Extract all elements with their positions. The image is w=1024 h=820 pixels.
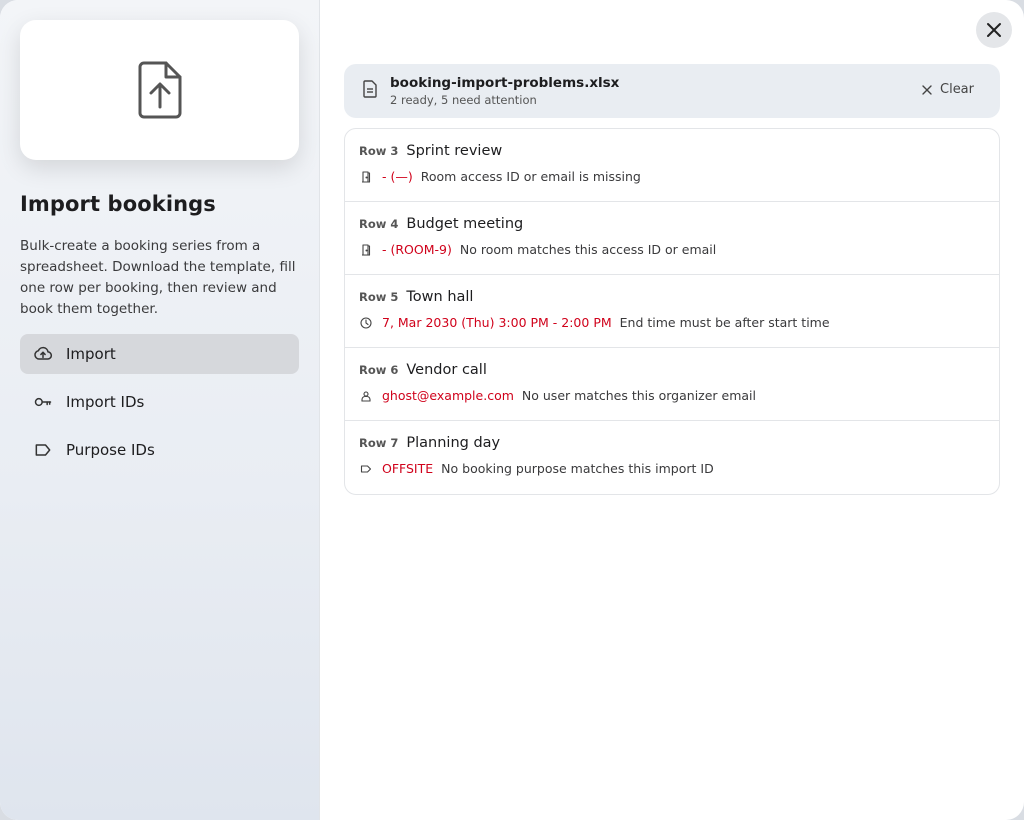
booking-title: Budget meeting: [406, 216, 524, 232]
main-panel: booking-import-problems.xlsx 2 ready, 5 …: [320, 0, 1024, 820]
row-number: Row 3: [359, 144, 399, 158]
invalid-value: ghost@example.com: [382, 388, 514, 403]
file-status: 2 ready, 5 need attention: [390, 93, 537, 107]
invalid-value: - (ROOM-9): [382, 242, 452, 257]
close-icon: [987, 23, 1001, 37]
file-upload-icon: [138, 61, 181, 119]
booking-title: Vendor call: [406, 362, 487, 378]
close-button[interactable]: [976, 12, 1012, 48]
hero-card: [20, 20, 299, 160]
key-icon: [32, 391, 54, 413]
error-message: No room matches this access ID or email: [459, 242, 717, 257]
sidebar-item-label: Purpose IDs: [66, 441, 155, 459]
booking-title: Planning day: [406, 435, 501, 451]
error-message: End time must be after start time: [619, 315, 830, 330]
row-number: Row 4: [359, 217, 399, 231]
sidebar: Import bookings Bulk-create a booking se…: [0, 0, 320, 820]
page-description: Bulk-create a booking series from a spre…: [20, 238, 296, 317]
booking-title: Sprint review: [406, 143, 503, 159]
file-name: booking-import-problems.xlsx: [390, 75, 620, 91]
error-message: Room access ID or email is missing: [420, 169, 641, 184]
invalid-value: 7, Mar 2030 (Thu) 3:00 PM - 2:00 PM: [382, 315, 612, 330]
row-number: Row 5: [359, 290, 399, 304]
invalid-value: - (—): [382, 169, 413, 184]
file-summary: booking-import-problems.xlsx 2 ready, 5 …: [344, 64, 1000, 118]
sidebar-item-import[interactable]: Import: [20, 334, 299, 374]
sidebar-item-purpose-ids[interactable]: Purpose IDs: [20, 430, 299, 470]
person-icon: [359, 389, 373, 403]
page-title: Import bookings: [20, 192, 216, 216]
list-item[interactable]: Row 7 Planning day OFFSITE No booking pu…: [345, 421, 999, 494]
sidebar-item-import-ids[interactable]: Import IDs: [20, 382, 299, 422]
list-item[interactable]: Row 3 Sprint review - (—) Room access ID…: [345, 129, 999, 202]
error-message: No user matches this organizer email: [521, 388, 757, 403]
sidebar-item-label: Import IDs: [66, 393, 145, 411]
file-info: booking-import-problems.xlsx 2 ready, 5 …: [390, 75, 619, 107]
tag-icon: [359, 462, 373, 476]
invalid-value: OFFSITE: [382, 461, 434, 476]
list-item[interactable]: Row 5 Town hall 7, Mar 2030 (Thu) 3:00 P…: [345, 275, 999, 348]
issue-list: Row 3 Sprint review - (—) Room access ID…: [344, 128, 1000, 495]
door-icon: [359, 170, 373, 184]
row-number: Row 6: [359, 363, 399, 377]
close-icon: [922, 84, 932, 95]
tag-icon: [32, 439, 54, 461]
clock-icon: [359, 316, 373, 330]
list-item[interactable]: Row 4 Budget meeting - (ROOM-9) No room …: [345, 202, 999, 275]
clear-label: Clear: [940, 82, 974, 97]
error-message: No booking purpose matches this import I…: [441, 461, 714, 476]
booking-title: Town hall: [406, 289, 474, 305]
row-number: Row 7: [359, 436, 399, 450]
list-item[interactable]: Row 6 Vendor call ghost@example.com No u…: [345, 348, 999, 421]
cloud-upload-icon: [32, 343, 54, 365]
door-icon: [359, 243, 373, 257]
clear-button[interactable]: Clear: [922, 82, 974, 97]
sidebar-nav: Import Import IDs Purpose IDs: [20, 334, 299, 470]
import-modal: Import bookings Bulk-create a booking se…: [0, 0, 1024, 820]
sidebar-item-label: Import: [66, 345, 116, 363]
document-icon: [362, 80, 378, 102]
